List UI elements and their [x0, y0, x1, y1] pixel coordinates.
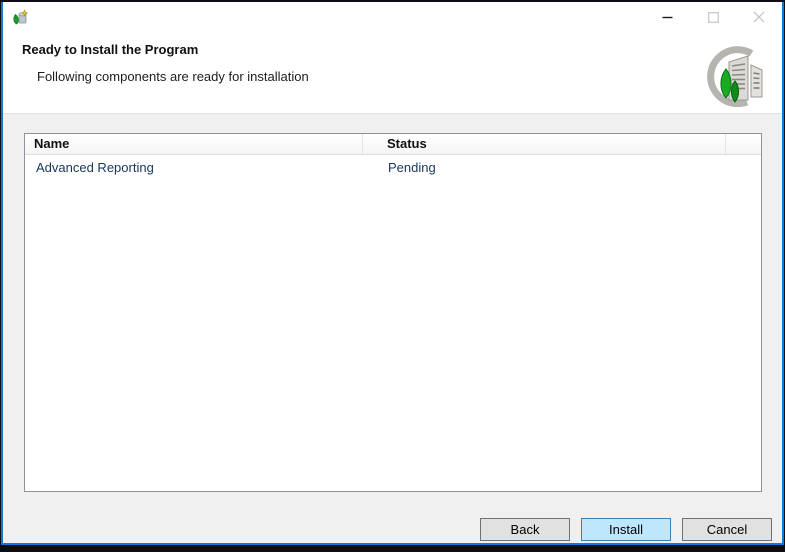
- page-title: Ready to Install the Program: [22, 42, 198, 57]
- cancel-button[interactable]: Cancel: [682, 518, 772, 541]
- minimize-icon: [662, 12, 673, 23]
- maximize-button[interactable]: [690, 2, 736, 32]
- column-header-name[interactable]: Name: [25, 134, 363, 154]
- maximize-icon: [708, 12, 719, 23]
- component-status: Pending: [363, 158, 761, 178]
- column-header-status[interactable]: Status: [363, 134, 726, 154]
- wizard-header: Ready to Install the Program Following c…: [3, 32, 782, 113]
- component-name: Advanced Reporting: [25, 158, 363, 178]
- component-row[interactable]: Advanced Reporting Pending: [25, 158, 761, 178]
- page-subtitle: Following components are ready for insta…: [37, 69, 309, 84]
- installer-app-icon: [12, 9, 29, 26]
- product-logo-icon: [703, 43, 769, 109]
- list-header: Name Status: [25, 134, 761, 155]
- caption-buttons: [644, 2, 782, 32]
- minimize-button[interactable]: [644, 2, 690, 32]
- components-list: Name Status Advanced Reporting Pending: [24, 133, 762, 492]
- close-button[interactable]: [736, 2, 782, 32]
- column-header-spacer: [726, 134, 761, 154]
- close-icon: [753, 11, 765, 23]
- installer-window: Ready to Install the Program Following c…: [1, 2, 784, 545]
- button-row: Back Install Cancel: [480, 518, 772, 541]
- title-bar: [3, 2, 782, 32]
- install-button[interactable]: Install: [581, 518, 671, 541]
- back-button[interactable]: Back: [480, 518, 570, 541]
